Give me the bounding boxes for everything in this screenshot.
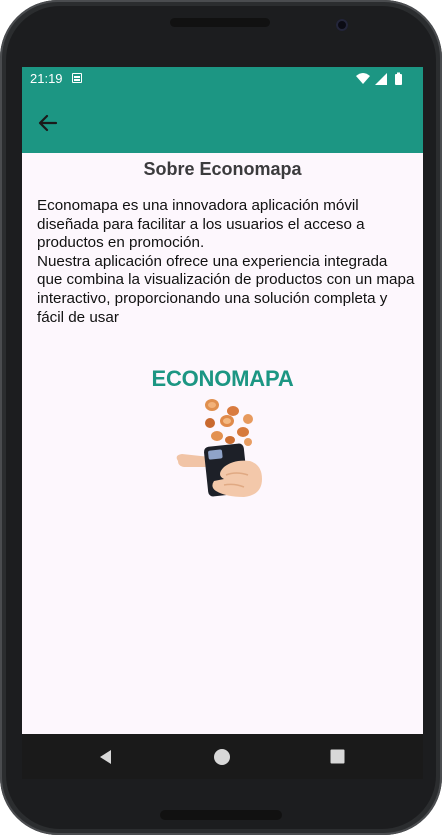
battery-icon: [395, 74, 402, 85]
coins-icon: [205, 399, 253, 446]
notes-icon: [72, 73, 82, 83]
status-icons: [356, 72, 402, 85]
nav-back-button[interactable]: [81, 734, 131, 779]
nav-recents-button[interactable]: [312, 734, 362, 779]
bottom-speaker: [160, 810, 282, 820]
recents-square-icon: [330, 749, 344, 764]
wifi-icon: [356, 73, 370, 84]
arrow-left-icon: [38, 114, 58, 132]
front-camera: [336, 19, 348, 31]
back-triangle-icon: [100, 749, 111, 764]
brand-logo-text: ECONOMAPA: [151, 366, 294, 391]
about-content: Sobre Economapa Economapa es una innovad…: [22, 153, 423, 734]
device-frame: 21:19 Sobre Economapa Economapa es una i…: [0, 0, 442, 835]
earpiece-speaker: [170, 18, 270, 27]
app-bar: [22, 91, 423, 153]
signal-icon: [375, 73, 387, 85]
page-title: Sobre Economapa: [143, 159, 302, 179]
app-description: Economapa es una innovadora aplicación m…: [37, 197, 415, 326]
status-bar: 21:19: [22, 67, 423, 91]
home-circle-icon: [214, 748, 230, 765]
navigation-bar: [22, 734, 423, 779]
screen: 21:19 Sobre Economapa Economapa es una i…: [22, 67, 423, 779]
status-time: 21:19: [30, 71, 63, 86]
nav-home-button[interactable]: [197, 734, 247, 779]
back-button[interactable]: [32, 107, 64, 139]
hand-phone-coins-icon: [176, 399, 262, 497]
